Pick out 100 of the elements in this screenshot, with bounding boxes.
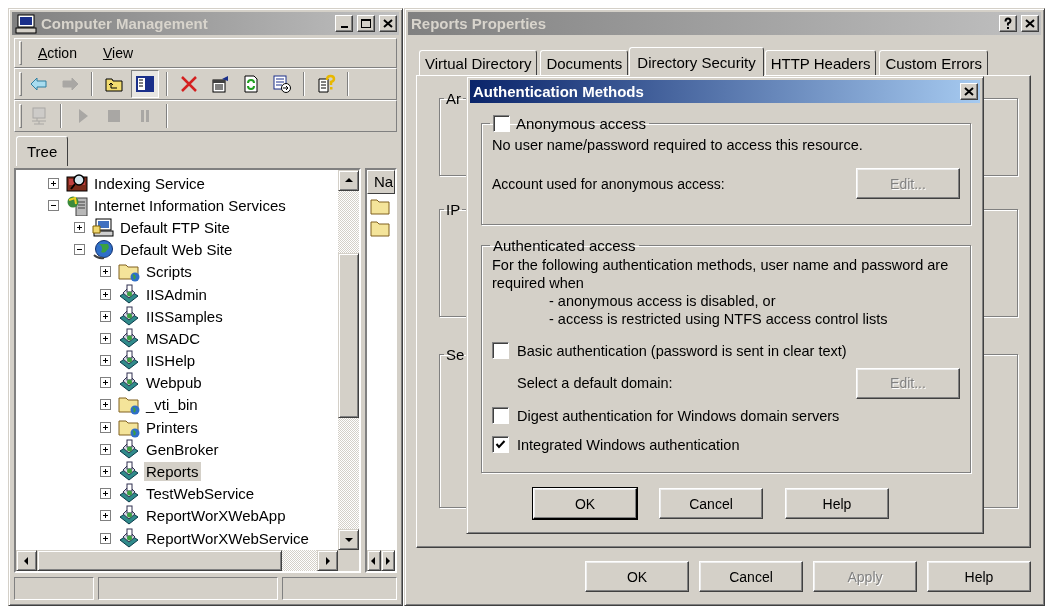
close-icon	[1023, 17, 1037, 30]
computer-icon	[15, 13, 37, 34]
expand-icon[interactable]	[100, 377, 111, 389]
expand-icon[interactable]	[100, 421, 111, 433]
checkbox-label[interactable]: Digest authentication for Windows domain servers	[517, 407, 840, 424]
list-item-text: - anonymous access is disabled, or	[548, 292, 777, 310]
expand-icon[interactable]	[100, 510, 111, 522]
tree-item[interactable]: Webpub	[144, 373, 204, 393]
tree-item[interactable]: Reports	[144, 462, 201, 482]
tab[interactable]: Tree	[16, 136, 69, 166]
tree-item[interactable]: TestWebService	[144, 484, 257, 504]
expand-icon[interactable]	[100, 310, 111, 322]
checkbox-label[interactable]: Basic authentication (password is sent in clear text)	[517, 342, 847, 359]
tab[interactable]: Virtual Directory	[419, 50, 538, 75]
collapse-icon[interactable]	[48, 199, 59, 211]
package-icon	[118, 527, 140, 549]
dialog-button[interactable]: Help	[927, 561, 1031, 592]
expand-icon[interactable]	[100, 443, 111, 455]
collapse-icon[interactable]	[74, 244, 85, 256]
tab[interactable]: Custom Errors	[879, 50, 989, 75]
dialog-button[interactable]: OK	[533, 488, 637, 519]
column-header[interactable]: Na	[367, 170, 395, 194]
scrollbar[interactable]	[16, 550, 359, 571]
maximize-icon	[359, 17, 373, 30]
scrollbar[interactable]	[338, 170, 359, 550]
computer-icon	[29, 106, 49, 126]
expand-icon[interactable]	[74, 221, 85, 233]
checkbox-label[interactable]: Integrated Windows authentication	[517, 436, 740, 453]
folder-icon	[118, 261, 140, 283]
minimize-icon	[340, 26, 348, 28]
expand-icon[interactable]	[100, 399, 111, 411]
checkbox-label[interactable]: Anonymous access	[516, 115, 647, 132]
group-label: Ar	[445, 90, 462, 107]
dialog-button[interactable]: Cancel	[659, 488, 763, 519]
scroll-down-button[interactable]	[338, 529, 359, 550]
checkbox[interactable]	[492, 407, 509, 424]
expand-icon[interactable]	[48, 177, 59, 189]
refresh-icon	[241, 74, 261, 94]
tree-item[interactable]: Indexing Service	[92, 173, 207, 193]
expand-icon[interactable]	[100, 266, 111, 278]
expand-icon[interactable]	[100, 332, 111, 344]
close-button[interactable]	[1021, 15, 1039, 32]
expand-icon[interactable]	[100, 288, 111, 300]
properties-icon	[210, 74, 230, 94]
package-icon	[118, 350, 140, 372]
group-label: IP	[445, 201, 462, 218]
description-text: For the following authentication methods, user name and password are required when	[492, 256, 950, 292]
tree-item[interactable]: ReportWorXWebService	[144, 528, 311, 548]
toolbar-button[interactable]	[131, 70, 159, 98]
tree-item[interactable]: IISAdmin	[144, 284, 209, 304]
tab[interactable]: HTTP Headers	[764, 50, 877, 75]
dialog-button[interactable]: Cancel	[699, 561, 803, 592]
tree-item[interactable]: ReportWorXWebApp	[144, 506, 288, 526]
minimize-button[interactable]	[335, 15, 353, 32]
tree-item[interactable]: Scripts	[144, 262, 194, 282]
help-button[interactable]	[999, 15, 1017, 32]
dialog-title: Authentication Methods	[473, 83, 645, 100]
folder-icon	[370, 198, 390, 215]
group-label: Se	[445, 346, 466, 363]
tab[interactable]: Directory Security	[629, 47, 764, 76]
tree-item[interactable]: _vti_bin	[144, 395, 200, 415]
tree-item[interactable]: IISHelp	[144, 351, 198, 371]
checkbox[interactable]	[493, 115, 510, 132]
window-title: Reports Properties	[411, 15, 548, 32]
window-title: Computer Management	[41, 15, 209, 32]
package-icon	[118, 483, 140, 505]
menu-item[interactable]: View	[92, 43, 144, 63]
checkbox[interactable]	[492, 436, 509, 453]
expand-icon[interactable]	[100, 532, 111, 544]
tree-item[interactable]: GenBroker	[144, 439, 221, 459]
maximize-button[interactable]	[357, 15, 375, 32]
checkbox[interactable]	[492, 342, 509, 359]
scroll-up-button[interactable]	[338, 170, 359, 191]
scroll-left-button[interactable]	[16, 550, 37, 571]
close-button[interactable]	[379, 15, 397, 32]
package-icon	[118, 438, 140, 460]
group-label: Authenticated access	[493, 237, 636, 254]
scroll-right-button[interactable]	[381, 550, 395, 571]
tree-item[interactable]: Printers	[144, 417, 200, 437]
expand-icon[interactable]	[100, 355, 111, 367]
tree-item[interactable]: Internet Information Services	[92, 195, 288, 215]
package-icon	[118, 327, 140, 349]
package-icon	[118, 305, 140, 327]
expand-icon[interactable]	[100, 488, 111, 500]
dialog-button[interactable]: Help	[785, 488, 889, 519]
tree-item[interactable]: MSADC	[144, 328, 203, 348]
expand-icon[interactable]	[100, 466, 111, 478]
scroll-left-button[interactable]	[367, 550, 381, 571]
close-button[interactable]	[960, 83, 978, 100]
dialog-button[interactable]: OK	[585, 561, 689, 592]
tab[interactable]: Documents	[540, 50, 629, 75]
package-icon	[118, 283, 140, 305]
scroll-right-button[interactable]	[317, 550, 338, 571]
help-icon	[316, 74, 336, 94]
tree-item[interactable]: Default FTP Site	[118, 217, 232, 237]
close-icon	[381, 17, 395, 30]
delete-icon	[179, 74, 199, 94]
tree-item[interactable]: IISSamples	[144, 306, 225, 326]
tree-item[interactable]: Default Web Site	[118, 240, 235, 260]
menu-item[interactable]: Action	[28, 43, 87, 63]
